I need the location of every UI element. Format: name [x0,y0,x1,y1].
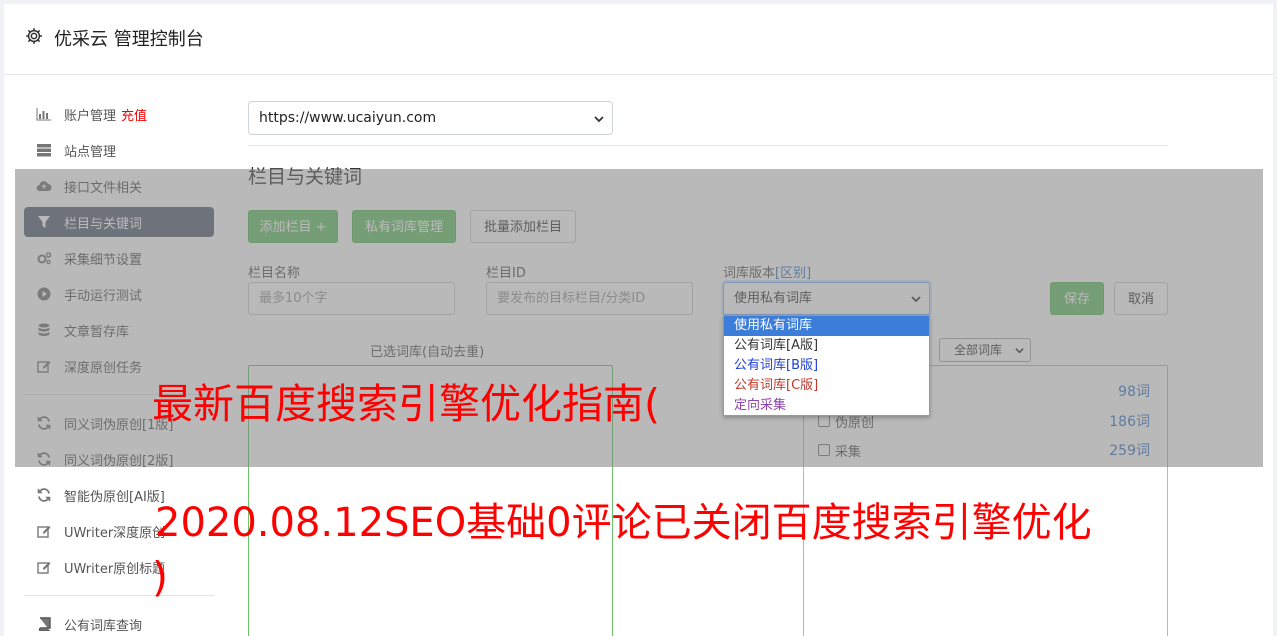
refresh-icon [36,415,52,431]
sidebar-item-label: 采集细节设置 [64,252,143,268]
sidebar-item-label: 公有词库查询 [64,618,143,634]
sidebar-item-article-storage[interactable]: 文章暂存库 [24,312,214,348]
sidebar-item-label: 站点管理 [64,144,117,160]
edit-icon [36,358,52,374]
bar-chart-icon [36,106,52,122]
chevron-down-icon [1015,348,1024,354]
sidebar-item-label: UWriter深度原创 [64,525,166,541]
dropdown-option[interactable]: 公有词库[B版] [724,356,929,376]
site-select[interactable]: https://www.ucaiyun.com [248,101,613,135]
sidebar-item-label: 智能伪原创[AI版] [64,489,165,505]
dropdown-option[interactable]: 定向采集 [724,396,929,416]
dropdown-option[interactable]: 公有词库[A版] [724,336,929,356]
sidebar-item-label: 栏目与关键词 [64,216,143,232]
sidebar-item-uwriter-title[interactable]: UWriter原创标题 [24,549,214,585]
gear-icon [26,28,42,44]
sidebar-item-account[interactable]: 账户管理 充值 [24,96,214,132]
sidebar-item-label: 文章暂存库 [64,324,130,340]
add-column-button[interactable]: 添加栏目 + [248,210,338,243]
difference-link[interactable]: [区别] [775,266,811,281]
watermark-line-3: ) [152,553,168,601]
column-name-label: 栏目名称 [248,266,301,281]
sidebar-item-synonym-v2[interactable]: 同义词伪原创[2版] [24,441,214,477]
sidebar-item-label: UWriter原创标题 [64,561,166,577]
divider [248,145,1168,146]
sidebar-item-public-lib-query[interactable]: 公有词库查询 [24,606,214,636]
server-icon [36,142,52,158]
lib-version-label-text: 词库版本 [723,266,776,281]
batch-add-column-button[interactable]: 批量添加栏目 [470,210,576,243]
lib-checkbox[interactable] [818,444,830,456]
column-id-input[interactable]: 要发布的目标栏目/分类ID [486,282,693,315]
dropdown-option[interactable]: 使用私有词库 [724,316,929,336]
lib-version-select[interactable]: 使用私有词库 [723,282,930,315]
sidebar-item-label: 深度原创任务 [64,360,143,376]
console-header: 优采云 管理控制台 [4,4,1273,75]
sidebar-item-columns-keywords[interactable]: 栏目与关键词 [24,207,214,237]
refresh-icon [36,451,52,467]
selected-libs-caption: 已选词库(自动去重) [370,345,485,360]
sidebar-item-api-files[interactable]: 接口文件相关 [24,168,214,204]
site-select-value: https://www.ucaiyun.com [259,110,437,126]
save-button[interactable]: 保存 [1050,282,1104,315]
database-icon [36,322,52,338]
gears-icon [36,250,52,266]
lib-version-label: 词库版本[区别] [723,262,811,281]
filter-icon [36,214,52,230]
sidebar-item-manual-test[interactable]: 手动运行测试 [24,276,214,312]
private-lib-button[interactable]: 私有词库管理 [352,210,456,243]
sidebar-item-label: 手动运行测试 [64,288,143,304]
recharge-link[interactable]: 充值 [121,105,147,124]
edit-icon [36,559,52,575]
book-icon [36,616,52,632]
lib-count: 186词 [1109,414,1150,430]
column-name-placeholder: 最多10个字 [259,291,328,306]
sidebar-nav: 账户管理 充值 站点管理 接口文件相关 栏目与关键词 采集细节设置 手动运行测试 [24,96,214,636]
lib-label: 采集 [835,444,862,460]
refresh-icon [36,487,52,503]
cancel-button[interactable]: 取消 [1114,282,1168,315]
sidebar-divider [24,595,214,596]
edit-icon [36,523,52,539]
sidebar-item-collect-settings[interactable]: 采集细节设置 [24,240,214,276]
lib-filter-value: 全部词库 [954,343,1003,357]
chevron-down-icon [911,296,921,303]
sidebar-item-label: 账户管理 [64,108,117,124]
section-title: 栏目与关键词 [248,166,363,188]
lib-count: 259词 [1109,443,1150,459]
lib-version-value: 使用私有词库 [734,291,813,306]
lib-version-dropdown: 使用私有词库 公有词库[A版] 公有词库[B版] 公有词库[C版] 定向采集 [723,315,930,416]
dropdown-option[interactable]: 公有词库[C版] [724,376,929,396]
cloud-upload-icon [36,178,52,194]
watermark-line-2: 2020.08.12SEO基础0评论已关闭百度搜索引擎优化 [155,500,1092,546]
lib-filter-select[interactable]: 全部词库 [939,338,1031,362]
lib-count: 98词 [1118,384,1150,400]
watermark-line-1: 最新百度搜索引擎优化指南( [152,380,660,428]
lib-row[interactable]: 采集 259词 [818,440,1150,460]
sidebar-item-label: 接口文件相关 [64,180,143,196]
sidebar-item-label: 同义词伪原创[2版] [64,453,174,469]
column-name-input[interactable]: 最多10个字 [248,282,455,315]
lib-checkbox[interactable] [818,415,830,427]
column-id-label: 栏目ID [486,266,526,281]
console-title: 优采云 管理控制台 [54,29,204,50]
chevron-down-icon [594,116,604,123]
column-id-placeholder: 要发布的目标栏目/分类ID [497,291,646,306]
play-circle-icon [36,286,52,302]
sidebar-item-sites[interactable]: 站点管理 [24,132,214,168]
